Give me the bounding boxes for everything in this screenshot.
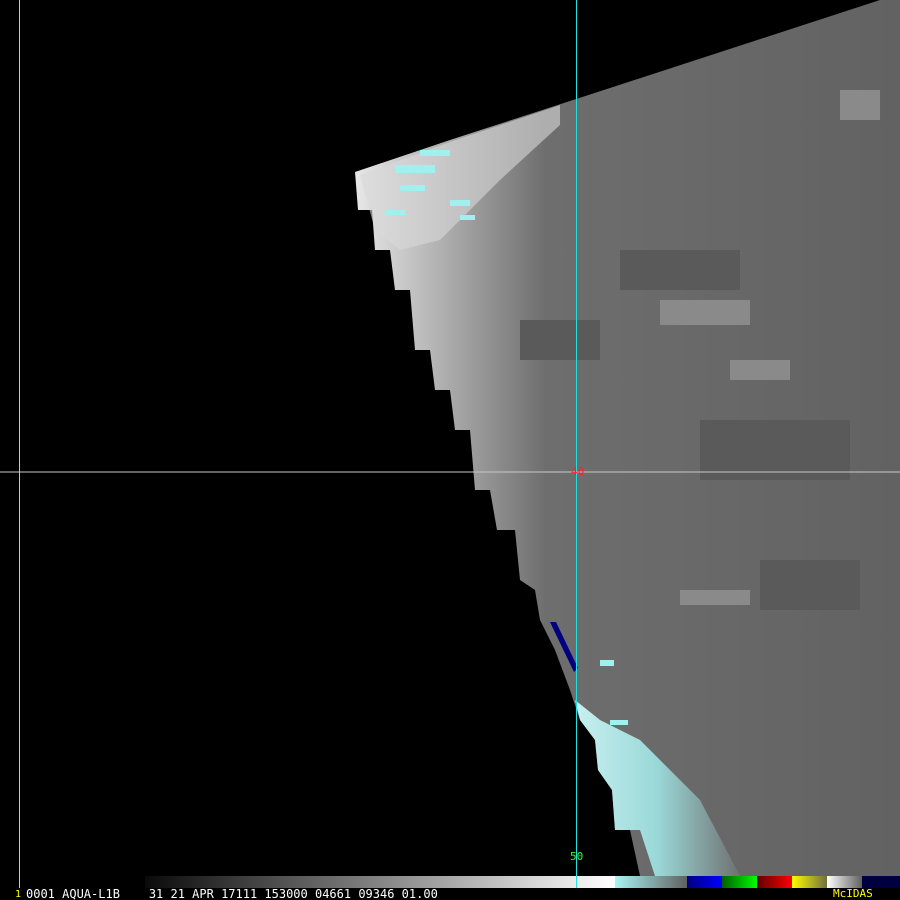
colorbar-cyan <box>615 876 687 888</box>
image-info: 0001 AQUA-L1B 31 21 APR 17111 153000 046… <box>26 887 438 900</box>
colorbar-red <box>757 876 792 888</box>
grid-label-40: 40 <box>571 465 585 478</box>
satellite-image-viewer: 40 50 1 0001 AQUA-L1B 31 21 APR 17111 153… <box>0 0 900 900</box>
colorbar-green <box>722 876 757 888</box>
satellite-image <box>0 0 900 888</box>
meridian-line-overlay <box>576 876 577 888</box>
status-bar: 1 0001 AQUA-L1B 31 21 APR 17111 153000 04… <box>0 888 900 900</box>
mcidas-brand: McIDAS <box>833 887 873 900</box>
frame-number: 1 <box>15 889 22 900</box>
colorbar-yellow <box>792 876 827 888</box>
colorbar-blue <box>687 876 722 888</box>
grid-label-50: 50 <box>570 850 584 863</box>
